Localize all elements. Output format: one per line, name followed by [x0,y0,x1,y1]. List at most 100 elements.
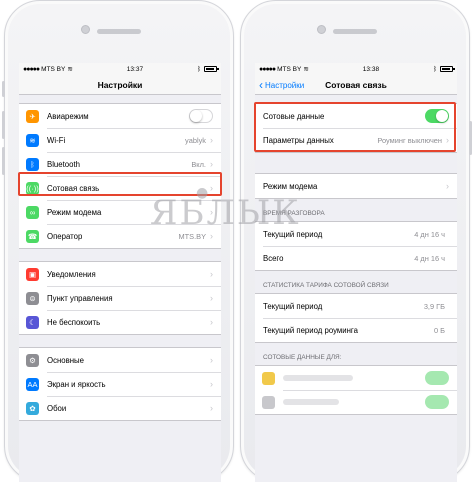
app-row [255,366,457,390]
chevron-right-icon: › [210,159,213,169]
settings-row[interactable]: ⚙ Основные › [19,348,221,372]
page-title: Настройки [97,79,143,90]
call-time-group: Текущий период 4 дн 16 ч Всего 4 дн 16 ч [255,221,457,271]
settings-group-general: ⚙ Основные › AA Экран и яркость › ✿ Обои › [19,347,221,421]
stat-roaming-row: Текущий период роуминга 0 Б [255,318,457,342]
airplane-mode-toggle[interactable] [189,109,213,123]
status-time: 13:37 [126,65,144,73]
total-value: 4 дн 16 ч [414,253,445,263]
settings-row[interactable]: ᛒ Bluetooth Вкл. › [19,152,221,176]
settings-row-label: Пункт управления [47,293,113,303]
notifications-icon: ▣ [26,267,39,281]
apps-group [255,365,457,415]
settings-row[interactable]: ☎ Оператор MTS.BY › [19,224,221,248]
modem-row[interactable]: Режим модема › [255,174,457,198]
signal-icon: ●●●●● [23,65,40,73]
app-icon [262,395,275,409]
carrier: ●●●●● MTS BY ≋ [259,65,309,74]
settings-row[interactable]: ⊜ Пункт управления › [19,286,221,310]
phone-icon: ☎ [26,229,39,243]
chevron-right-icon: › [210,135,213,145]
status-right: ᛒ [433,66,455,73]
front-camera [317,25,326,34]
settings-row-label: Уведомления [47,269,96,279]
wallpaper-icon: ✿ [26,401,39,415]
airplane-icon: ✈ [26,109,39,123]
chevron-right-icon: › [210,403,213,413]
blurred-app-name [283,375,353,381]
status-right: ᛒ [197,65,219,73]
settings-row[interactable]: ▣ Уведомления › [19,262,221,286]
settings-row-label: Wi-Fi [47,135,66,145]
app-data-toggle[interactable] [425,395,449,409]
settings-row-label: Оператор [47,231,83,241]
data-options-row[interactable]: Параметры данных Роуминг выключен › [255,128,457,152]
settings-row[interactable]: ≋ Wi-Fi yablyk › [19,128,221,152]
wifi-icon: ≋ [26,133,39,147]
settings-row-label: Bluetooth [47,159,80,169]
hotspot-icon: ∞ [26,205,39,219]
settings-row[interactable]: ✈ Авиарежим [19,104,221,128]
settings-row[interactable]: ✿ Обои › [19,396,221,420]
chevron-right-icon: › [210,317,213,327]
total-row: Всего 4 дн 16 ч [255,246,457,270]
cellular-data-group: Сотовые данные Параметры данных Роуминг … [255,103,457,153]
back-button[interactable]: ‹ Настройки [259,75,304,95]
app-row [255,390,457,414]
current-period-value: 4 дн 16 ч [414,229,445,239]
chevron-right-icon: › [210,293,213,303]
back-label: Настройки [265,80,305,90]
chevron-right-icon: › [210,355,213,365]
app-data-toggle[interactable] [425,371,449,385]
settings-row-value: Вкл. [191,159,206,169]
bluetooth-icon: ᛒ [26,157,39,171]
power-button [469,121,472,155]
display-icon: AA [26,377,39,391]
settings-row-label: Экран и яркость [47,379,106,389]
carrier-name: MTS BY [41,65,66,73]
modem-group: Режим модема › [255,173,457,199]
status-time: 13:38 [362,65,380,73]
status-bar: ●●●●● MTS BY ≋ 13:38 ᛒ [255,63,457,75]
earpiece-speaker [333,29,377,34]
cellular-icon: ((·)) [26,181,39,195]
settings-row-label: Основные [47,355,84,365]
gear-icon: ⚙ [26,353,39,367]
settings-row-label: Режим модема [47,207,102,217]
stats-header: СТАТИСТИКА ТАРИФА СОТОВОЙ СВЯЗИ [263,282,389,289]
left-phone: ●●●●● MTS BY ≋ 13:37 ᛒ Настройки ✈ Авиаре… [2,0,234,482]
nav-bar: ‹ Настройки Сотовая связь [255,75,457,95]
total-label: Всего [263,253,284,263]
chevron-right-icon: › [210,207,213,217]
chevron-right-icon: › [210,379,213,389]
settings-row[interactable]: ((·)) Сотовая связь › [19,176,221,200]
data-options-value: Роуминг выключен [377,135,442,145]
chevron-left-icon: ‹ [259,78,263,92]
settings-row[interactable]: ☾ Не беспокоить › [19,310,221,334]
status-bar: ●●●●● MTS BY ≋ 13:37 ᛒ [19,63,221,75]
chevron-right-icon: › [210,269,213,279]
wifi-status-icon: ≋ [67,66,73,73]
settings-row[interactable]: ∞ Режим модема › [19,200,221,224]
chevron-right-icon: › [446,135,449,145]
stat-period-label: Текущий период [263,301,323,311]
stat-period-row: Текущий период 3,9 ГБ [255,294,457,318]
settings-group-notifications: ▣ Уведомления › ⊜ Пункт управления › ☾ Не беспо… [19,261,221,335]
blurred-app-name [283,399,339,405]
battery-icon [439,66,455,72]
settings-row-label: Обои [47,403,67,413]
control-center-icon: ⊜ [26,291,39,305]
app-icon [262,371,275,385]
volume-up-button [2,111,5,139]
chevron-right-icon: › [210,231,213,241]
bluetooth-status-icon: ᛒ [197,65,201,73]
settings-row-label: Авиарежим [47,111,89,121]
current-period-row: Текущий период 4 дн 16 ч [255,222,457,246]
call-time-header: ВРЕМЯ РАЗГОВОРА [263,210,325,217]
wifi-status-icon: ≋ [303,66,309,73]
signal-icon: ●●●●● [259,65,276,73]
screenshot-stage: ●●●●● MTS BY ≋ 13:37 ᛒ Настройки ✈ Авиаре… [0,0,474,482]
cellular-data-toggle[interactable] [425,109,449,123]
cellular-data-label: Сотовые данные [263,111,325,121]
settings-row[interactable]: AA Экран и яркость › [19,372,221,396]
